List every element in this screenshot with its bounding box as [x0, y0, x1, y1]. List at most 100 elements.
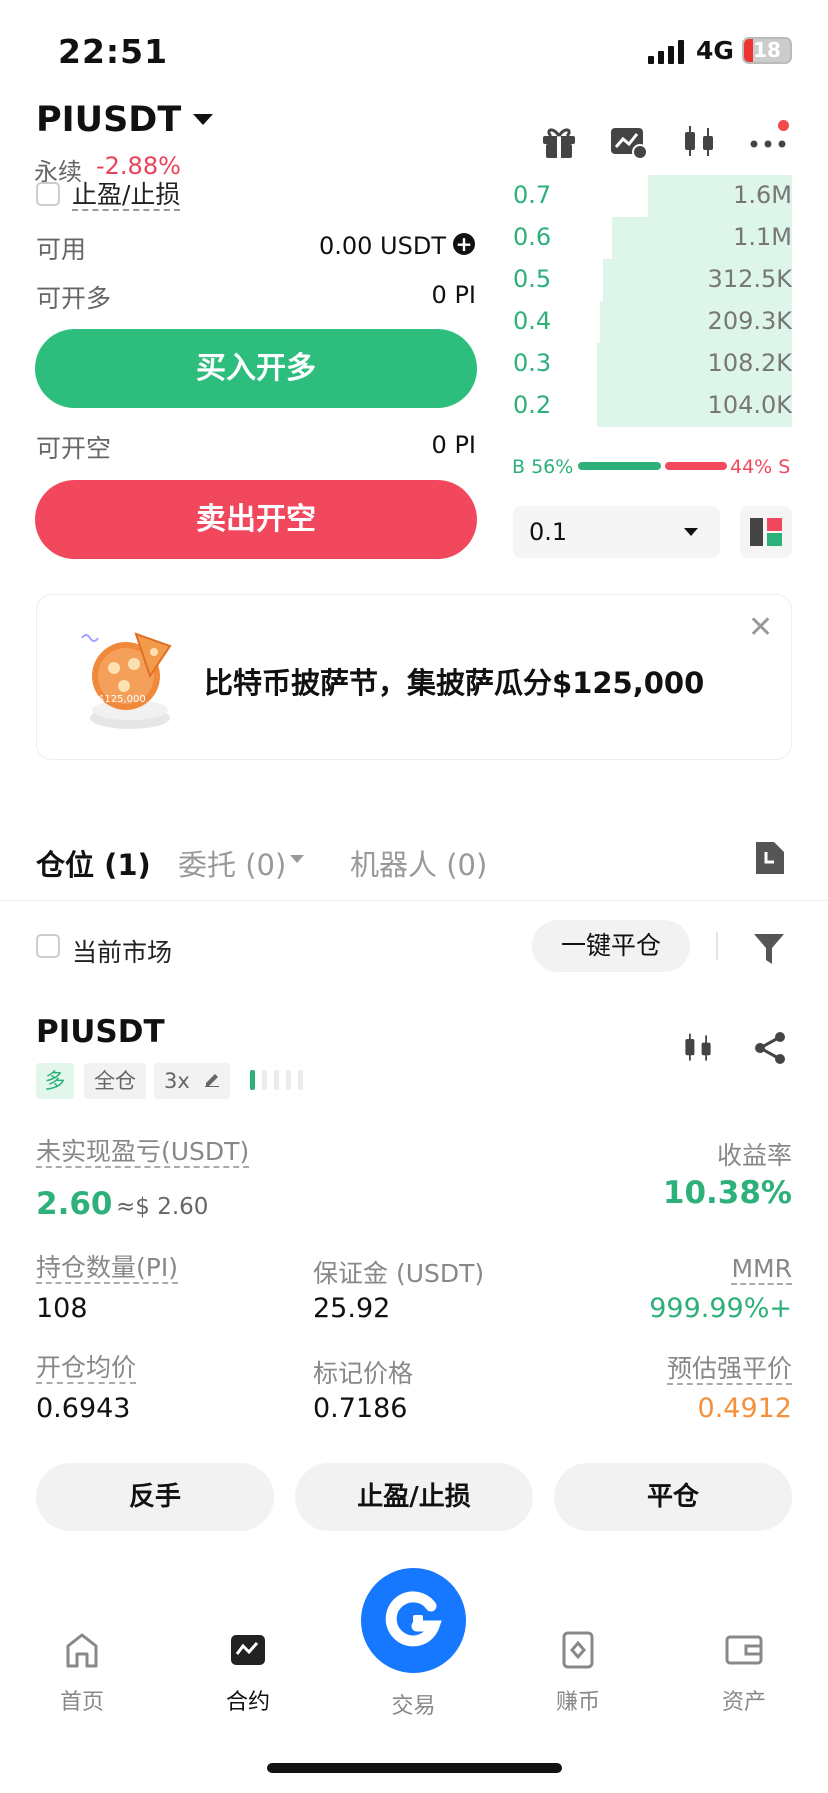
orderbook-price: 0.4 — [513, 307, 552, 335]
sell-short-button[interactable]: 卖出开空 — [35, 480, 477, 559]
symbol-selector[interactable]: PIUSDT — [36, 100, 181, 140]
reverse-button[interactable]: 反手 — [36, 1463, 274, 1531]
banner-title[interactable]: 比特币披萨节，集披萨瓜分$125,000 — [204, 660, 704, 702]
mark-price-label: 标记价格 — [313, 1359, 414, 1388]
current-market-checkbox[interactable] — [36, 934, 60, 958]
candlestick-chart-icon[interactable] — [680, 1030, 716, 1066]
entry-price-label[interactable]: 开仓均价 — [36, 1354, 137, 1384]
futures-icon — [228, 1630, 268, 1670]
tabs-divider — [0, 900, 828, 901]
mmr-label[interactable]: MMR — [600, 1254, 792, 1285]
orderbook-price: 0.3 — [513, 349, 552, 377]
nav-assets[interactable]: 资产 — [689, 1630, 799, 1716]
roe-label: 收益率 — [716, 1141, 792, 1170]
pizza-price-tag: $125,000 — [98, 694, 146, 705]
buy-ratio: B 56% — [512, 456, 574, 478]
side-badge: 多 — [36, 1063, 74, 1099]
wallet-icon — [724, 1630, 764, 1670]
precision-value: 0.1 — [529, 518, 568, 546]
tab-orders[interactable]: 委托 (0) — [178, 842, 286, 884]
orderbook-row[interactable]: 0.5 312.5K — [510, 259, 792, 301]
liq-price-label[interactable]: 预估强平价 — [560, 1354, 792, 1385]
close-all-button[interactable]: 一键平仓 — [532, 920, 690, 972]
current-market-label[interactable]: 当前市场 — [72, 933, 172, 969]
add-funds-icon[interactable]: + — [453, 233, 475, 255]
battery-level: 18 — [753, 38, 781, 62]
orderbook-qty: 1.1M — [733, 223, 792, 251]
candlestick-chart-icon[interactable] — [679, 122, 719, 162]
roe-value: 10.38% — [662, 1175, 792, 1211]
tpsl-checkbox[interactable] — [36, 182, 60, 206]
signal-icon — [648, 40, 688, 64]
orderbook-qty: 209.3K — [707, 307, 792, 335]
unrealized-pnl-label[interactable]: 未实现盈亏(USDT) — [36, 1138, 250, 1168]
precision-select[interactable]: 0.1 — [513, 506, 720, 558]
orderbook-qty: 1.6M — [733, 181, 792, 209]
home-icon — [62, 1630, 102, 1670]
tpsl-label[interactable]: 止盈/止损 — [72, 181, 181, 211]
share-icon[interactable] — [752, 1030, 788, 1066]
gift-icon[interactable] — [539, 122, 579, 162]
mmr-label-text: MMR — [731, 1254, 792, 1285]
price-alert-icon[interactable] — [609, 122, 649, 162]
liq-price: 0.4912 — [697, 1393, 792, 1424]
orderbook-row[interactable]: 0.7 1.6M — [510, 175, 792, 217]
orderbook-price: 0.7 — [513, 181, 552, 209]
orderbook-qty: 312.5K — [707, 265, 792, 293]
risk-bar — [250, 1070, 255, 1090]
unrealized-pnl-usd: ≈$ 2.60 — [116, 1194, 209, 1220]
risk-bar — [262, 1070, 267, 1090]
tpsl-button[interactable]: 止盈/止损 — [295, 1463, 533, 1531]
edit-icon[interactable] — [204, 1071, 220, 1087]
notification-dot — [778, 120, 789, 131]
close-icon[interactable]: ✕ — [748, 610, 773, 645]
position-size-label[interactable]: 持仓数量(PI) — [36, 1254, 178, 1284]
trade-logo-icon — [385, 1591, 442, 1647]
buy-ratio-bar — [578, 462, 661, 470]
orderbook-row[interactable]: 0.2 104.0K — [510, 385, 792, 427]
liq-price-label-text: 预估强平价 — [666, 1354, 792, 1385]
layout-icon — [750, 518, 782, 546]
nav-home-label: 首页 — [59, 1690, 104, 1715]
sell-ratio: 44% S — [730, 456, 791, 478]
risk-bar — [298, 1070, 303, 1090]
filter-icon[interactable] — [752, 930, 786, 966]
position-size: 108 — [36, 1293, 88, 1324]
chevron-down-icon[interactable] — [290, 855, 304, 863]
unrealized-pnl: 2.60 — [36, 1186, 113, 1222]
available-label: 可用 — [36, 235, 87, 264]
chevron-down-icon — [684, 528, 698, 536]
battery-icon: 18 — [742, 37, 792, 64]
buy-long-button[interactable]: 买入开多 — [35, 329, 477, 408]
orderbook-qty: 108.2K — [707, 349, 792, 377]
risk-bar — [286, 1070, 291, 1090]
mark-price: 0.7186 — [313, 1393, 408, 1424]
tab-positions[interactable]: 仓位 (1) — [36, 842, 151, 884]
margin-mode-badge[interactable]: 全仓 — [84, 1063, 146, 1099]
chevron-down-icon[interactable] — [193, 114, 213, 125]
orderbook-price: 0.6 — [513, 223, 552, 251]
close-position-button[interactable]: 平仓 — [554, 1463, 792, 1531]
orderbook-row[interactable]: 0.6 1.1M — [510, 217, 792, 259]
network-type: 4G — [696, 36, 734, 65]
nav-home[interactable]: 首页 — [27, 1630, 137, 1716]
price-change: -2.88% — [96, 152, 181, 180]
can-short-value: 0 PI — [431, 431, 476, 459]
nav-earn[interactable]: 赚币 — [523, 1630, 633, 1716]
entry-price: 0.6943 — [36, 1393, 131, 1424]
available-value: 0.00 USDT — [318, 232, 446, 260]
tab-bots[interactable]: 机器人 (0) — [350, 842, 487, 884]
nav-trade-label[interactable]: 交易 — [361, 1688, 466, 1720]
nav-futures-label: 合约 — [225, 1690, 270, 1715]
orderbook-layout-button[interactable] — [740, 506, 792, 558]
margin-label: 保证金 (USDT) — [313, 1259, 485, 1288]
orderbook-row[interactable]: 0.3 108.2K — [510, 343, 792, 385]
history-icon[interactable] — [752, 840, 786, 876]
can-short-label: 可开空 — [36, 434, 112, 463]
trade-fab-button[interactable] — [361, 1568, 466, 1673]
nav-futures[interactable]: 合约 — [193, 1630, 303, 1716]
sell-ratio-bar — [665, 462, 727, 470]
orderbook-row[interactable]: 0.4 209.3K — [510, 301, 792, 343]
home-indicator — [267, 1763, 562, 1773]
position-symbol[interactable]: PIUSDT — [36, 1014, 165, 1050]
